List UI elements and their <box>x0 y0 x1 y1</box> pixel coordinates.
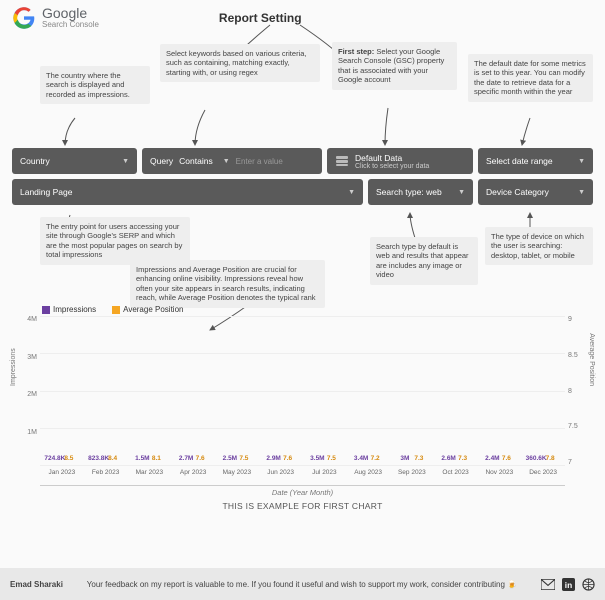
y-axis-left: 4M3M2M1M Impressions <box>12 316 40 486</box>
mug-icon: 🍺 <box>507 580 517 589</box>
x-axis-label: Date (Year Month) <box>12 488 593 497</box>
chart-caption: THIS IS EXAMPLE FOR FIRST CHART <box>12 501 593 511</box>
header: Google Search Console Report Setting <box>0 0 605 36</box>
chevron-down-icon: ▼ <box>223 158 230 165</box>
note-device: The type of device on which the user is … <box>485 227 593 265</box>
globe-icon[interactable] <box>581 577 595 591</box>
footer: Emad Sharaki Your feedback on my report … <box>0 568 605 600</box>
chevron-down-icon: ▼ <box>578 158 585 165</box>
note-landing: The entry point for users accessing your… <box>40 217 190 265</box>
note-first-step: First step: First step: Select your Goog… <box>332 42 457 90</box>
email-icon[interactable] <box>541 577 555 591</box>
filter-bar: Country▼ Query Contains ▼ Default DataCl… <box>0 148 605 205</box>
footer-message: Your feedback on my report is valuable t… <box>63 580 541 589</box>
data-source-selector[interactable]: Default DataClick to select your data <box>327 148 473 174</box>
logo-text: Google Search Console <box>42 6 99 29</box>
note-query: Select keywords based on various criteri… <box>160 44 320 82</box>
chevron-down-icon: ▼ <box>458 189 465 196</box>
data-source-icon <box>335 155 349 167</box>
note-search-type: Search type by default is web and result… <box>370 237 478 285</box>
chevron-down-icon: ▼ <box>578 189 585 196</box>
legend-avg-position: Average Position <box>112 305 183 314</box>
impressions-avgpos-chart: 4M3M2M1M Impressions 724.8K8.5823.8K8.41… <box>12 316 593 486</box>
page-title: Report Setting <box>219 11 302 25</box>
top-annotations: The country where the search is displaye… <box>0 36 605 148</box>
query-filter[interactable]: Query Contains ▼ <box>142 148 322 174</box>
note-country: The country where the search is displaye… <box>40 66 150 104</box>
chart-legend: Impressions Average Position <box>42 305 593 314</box>
landing-page-dropdown[interactable]: Landing Page▼ <box>12 179 363 205</box>
note-date: The default date for some metrics is set… <box>468 54 593 102</box>
query-value-input[interactable] <box>236 157 296 166</box>
chevron-down-icon: ▼ <box>348 189 355 196</box>
chart-container: Impressions Average Position 4M3M2M1M Im… <box>0 305 605 511</box>
legend-impressions: Impressions <box>42 305 96 314</box>
search-type-dropdown[interactable]: Search type: web▼ <box>368 179 473 205</box>
country-dropdown[interactable]: Country▼ <box>12 148 137 174</box>
bottom-annotations: The entry point for users accessing your… <box>0 205 605 305</box>
author-credit: Emad Sharaki <box>10 580 63 589</box>
svg-text:in: in <box>564 580 571 590</box>
device-category-dropdown[interactable]: Device Category▼ <box>478 179 593 205</box>
linkedin-icon[interactable]: in <box>561 577 575 591</box>
google-logo-icon <box>12 6 36 30</box>
chevron-down-icon: ▼ <box>122 158 129 165</box>
note-chart: Impressions and Average Position are cru… <box>130 260 325 308</box>
date-range-dropdown[interactable]: Select date range▼ <box>478 148 593 174</box>
y-axis-right: 98.587.57 Average Position <box>565 316 593 486</box>
